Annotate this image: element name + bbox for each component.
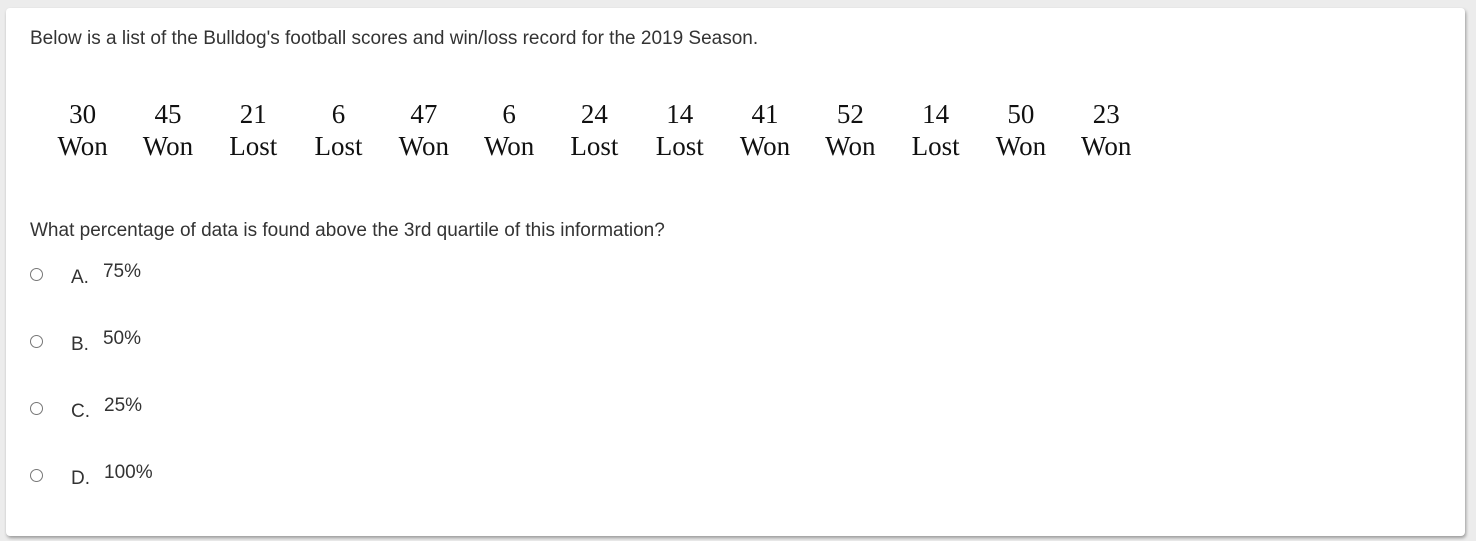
- radio-button[interactable]: [30, 468, 43, 482]
- game-result: Won: [1081, 131, 1132, 161]
- game-result: Won: [995, 131, 1047, 161]
- game-result: Won: [739, 131, 791, 161]
- game-score: 14: [922, 99, 950, 129]
- option-text: 50%: [102, 328, 141, 349]
- game-column: 14 Lost: [893, 98, 978, 162]
- game-column: 6 Lost: [296, 98, 381, 162]
- game-score: 23: [1092, 99, 1120, 129]
- game-column: 21 Lost: [211, 98, 296, 162]
- game-result: Lost: [229, 131, 278, 161]
- option-letter: A.: [71, 267, 89, 288]
- option-letter: C.: [71, 401, 90, 422]
- question-card: Below is a list of the Bulldog's footbal…: [6, 8, 1465, 536]
- option-b[interactable]: B. 50%: [30, 328, 141, 355]
- game-score: 14: [666, 99, 694, 129]
- game-column: 41 Won: [722, 98, 807, 162]
- option-text: 25%: [104, 395, 143, 416]
- game-score: 50: [1007, 99, 1035, 129]
- game-column: 30 Won: [40, 98, 125, 162]
- option-a[interactable]: A. 75%: [30, 261, 141, 288]
- game-column: 45 Won: [125, 98, 210, 162]
- game-score: 30: [69, 99, 97, 129]
- option-letter: D.: [71, 468, 90, 489]
- game-score: 52: [836, 99, 864, 129]
- option-letter: B.: [71, 334, 89, 355]
- question-text: What percentage of data is found above t…: [30, 220, 665, 241]
- radio-button[interactable]: [30, 401, 43, 415]
- game-score: 24: [580, 99, 608, 129]
- option-text: 75%: [102, 261, 141, 282]
- radio-button[interactable]: [30, 334, 43, 348]
- game-score: 21: [239, 99, 267, 129]
- option-d[interactable]: D. 100%: [30, 462, 153, 489]
- radio-button[interactable]: [30, 267, 43, 281]
- scores-table: 30 Won 45 Won 21 Lost 6 Lost 47 Won 6 Won 24 Lo…: [40, 98, 1149, 162]
- game-result: Won: [57, 131, 108, 161]
- game-column: 6 Won: [466, 98, 551, 162]
- game-column: 52 Won: [808, 98, 893, 162]
- option-c[interactable]: C. 25%: [30, 395, 143, 422]
- game-column: 24 Lost: [552, 98, 637, 162]
- game-score: 41: [751, 99, 779, 129]
- game-result: Won: [483, 131, 535, 161]
- game-column: 23 Won: [1064, 98, 1149, 162]
- game-column: 50 Won: [978, 98, 1063, 162]
- game-score: 47: [410, 99, 438, 129]
- game-score: 45: [154, 99, 182, 129]
- game-result: Won: [825, 131, 876, 161]
- game-score: 6: [331, 99, 346, 129]
- game-result: Won: [398, 131, 449, 161]
- game-result: Lost: [911, 131, 960, 161]
- game-column: 14 Lost: [637, 98, 722, 162]
- game-result: Won: [142, 131, 194, 161]
- game-result: Lost: [655, 131, 704, 161]
- option-text: 100%: [104, 462, 153, 483]
- game-score: 6: [502, 99, 516, 129]
- intro-text: Below is a list of the Bulldog's footbal…: [30, 28, 759, 49]
- game-column: 47 Won: [381, 98, 466, 162]
- game-result: Lost: [570, 131, 619, 161]
- game-result: Lost: [314, 131, 363, 161]
